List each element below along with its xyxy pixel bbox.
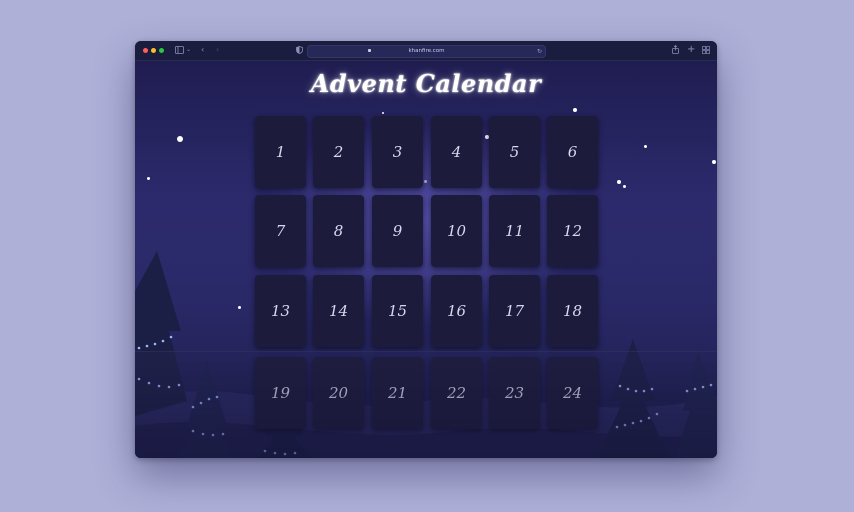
reload-icon[interactable]: ↻ (537, 46, 542, 57)
calendar-door-2[interactable]: 2 (313, 116, 364, 188)
calendar-door-4[interactable]: 4 (431, 116, 482, 188)
calendar-door-12[interactable]: 12 (547, 195, 598, 267)
address-bar[interactable]: khanfire.com ↻ (307, 45, 546, 58)
calendar-door-13[interactable]: 13 (255, 275, 306, 347)
forward-arrow-icon[interactable]: › (216, 44, 219, 56)
page-title: Advent Calendar (310, 69, 542, 98)
ground-fog-overlay (135, 351, 717, 458)
snowflake (177, 136, 183, 142)
calendar-door-16[interactable]: 16 (431, 275, 482, 347)
calendar-door-11[interactable]: 11 (489, 195, 540, 267)
sidebar-toggle-icon[interactable] (175, 44, 184, 56)
snowflake (644, 145, 647, 148)
calendar-door-6[interactable]: 6 (547, 116, 598, 188)
snowflake (424, 180, 427, 183)
back-arrow-icon[interactable]: ‹ (201, 44, 204, 56)
snowflake (573, 108, 577, 112)
tab-overview-icon[interactable] (702, 44, 710, 56)
browser-window: ⌄ ‹ › khanfire.com ↻ + Advent Calendar 1… (135, 41, 717, 458)
chevron-down-icon[interactable]: ⌄ (186, 44, 191, 56)
snowflake (147, 177, 150, 180)
share-icon[interactable] (672, 44, 679, 56)
calendar-door-18[interactable]: 18 (547, 275, 598, 347)
calendar-door-10[interactable]: 10 (431, 195, 482, 267)
browser-toolbar: ⌄ ‹ › khanfire.com ↻ + (135, 41, 717, 61)
close-window-button[interactable] (143, 48, 148, 53)
calendar-door-14[interactable]: 14 (313, 275, 364, 347)
snowflake (712, 160, 716, 164)
minimize-window-button[interactable] (151, 48, 156, 53)
calendar-door-5[interactable]: 5 (489, 116, 540, 188)
calendar-door-3[interactable]: 3 (372, 116, 423, 188)
calendar-door-15[interactable]: 15 (372, 275, 423, 347)
privacy-shield-icon[interactable] (296, 44, 303, 56)
calendar-door-1[interactable]: 1 (255, 116, 306, 188)
snowflake (382, 112, 384, 114)
maximize-window-button[interactable] (159, 48, 164, 53)
page-content: Advent Calendar 1 2 3 4 5 6 7 8 9 10 11 … (135, 61, 717, 458)
new-tab-icon[interactable]: + (687, 44, 695, 56)
url-text: khanfire.com (408, 48, 445, 54)
snowflake (617, 180, 621, 184)
calendar-door-8[interactable]: 8 (313, 195, 364, 267)
snowflake (623, 185, 626, 188)
calendar-door-17[interactable]: 17 (489, 275, 540, 347)
calendar-door-9[interactable]: 9 (372, 195, 423, 267)
calendar-door-7[interactable]: 7 (255, 195, 306, 267)
